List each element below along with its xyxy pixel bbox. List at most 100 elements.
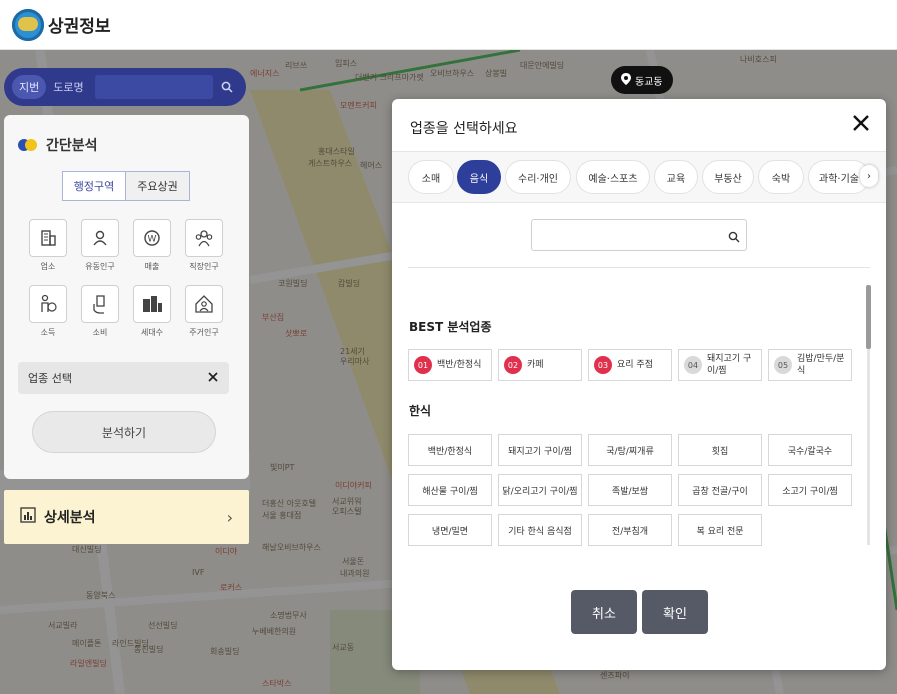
- industry-option[interactable]: 전/부침개: [588, 514, 672, 546]
- rank-badge: 04: [684, 356, 702, 374]
- location-label: 동교동: [635, 76, 663, 88]
- modal-close-icon[interactable]: [852, 113, 870, 138]
- analyze-button[interactable]: 분석하기: [32, 411, 216, 453]
- industry-option[interactable]: 국수/칼국수: [768, 434, 852, 466]
- address-input[interactable]: [94, 75, 213, 99]
- tab-education[interactable]: 교육: [654, 160, 698, 194]
- tab-arts-sports[interactable]: 예술·스포츠: [576, 160, 650, 194]
- simple-analysis-panel: 간단분석 행정구역 주요상권 업소 유동인구 W 매출 직장인구 소득 소비 세…: [4, 115, 249, 479]
- grid-label: 주거인구: [189, 328, 219, 337]
- industry-select-field[interactable]: 업종 선택: [18, 362, 229, 394]
- rank-badge: 02: [504, 356, 522, 374]
- address-search-bar: 지번 도로명: [4, 68, 246, 106]
- grid-label: 세대수: [140, 328, 164, 337]
- grid-item-households[interactable]: 세대수: [132, 285, 172, 338]
- industry-option[interactable]: 족발/보쌈: [588, 474, 672, 506]
- rank-badge: 01: [414, 356, 432, 374]
- search-icon[interactable]: [221, 78, 233, 97]
- industry-option[interactable]: 복 요리 전문: [678, 514, 762, 546]
- income-person-icon: [29, 285, 67, 323]
- korean-section-title: 한식: [409, 404, 432, 418]
- tab-repair-personal[interactable]: 수리·개인: [505, 160, 571, 194]
- best-item[interactable]: 01 백반/한정식: [408, 349, 492, 381]
- tab-food[interactable]: 음식: [457, 160, 501, 194]
- search-icon[interactable]: [728, 228, 740, 247]
- tab-major-commercial[interactable]: 주요상권: [126, 171, 190, 201]
- industry-option[interactable]: 냉면/밀면: [408, 514, 492, 546]
- person-icon: [81, 219, 119, 257]
- grid-item-consumption[interactable]: 소비: [80, 285, 120, 338]
- hand-card-icon: [81, 285, 119, 323]
- grid-item-stores[interactable]: 업소: [28, 219, 68, 272]
- cancel-button[interactable]: 취소: [571, 590, 637, 634]
- industry-select-modal: 업종을 선택하세요 소매 음식 수리·개인 예술·스포츠 교육 부동산 숙박 과…: [392, 99, 886, 670]
- industry-option[interactable]: 백반/한정식: [408, 434, 492, 466]
- best-item-label: 요리 주점: [617, 360, 653, 370]
- simple-analysis-title: 간단분석: [18, 135, 98, 155]
- confirm-button[interactable]: 확인: [642, 590, 708, 634]
- grid-label: 유동인구: [85, 262, 115, 271]
- industry-option[interactable]: 곱창 전골/구이: [678, 474, 762, 506]
- grid-item-residents[interactable]: 주거인구: [184, 285, 224, 338]
- chevron-right-icon[interactable]: ›: [860, 165, 878, 187]
- tab-jibun[interactable]: 지번: [12, 75, 47, 99]
- svg-text:W: W: [148, 235, 157, 245]
- divider: [408, 267, 870, 268]
- industry-option[interactable]: 돼지고기 구이/찜: [498, 434, 582, 466]
- best-item[interactable]: 02 카페: [498, 349, 582, 381]
- location-pin-icon: [621, 72, 631, 88]
- tab-road-name[interactable]: 도로명: [46, 75, 90, 99]
- grid-item-sales[interactable]: W 매출: [132, 219, 172, 272]
- location-pill[interactable]: 동교동: [611, 66, 673, 94]
- grid-item-income[interactable]: 소득: [28, 285, 68, 338]
- best-item[interactable]: 05 김밥/만두/분식: [768, 349, 852, 381]
- industry-option[interactable]: 횟집: [678, 434, 762, 466]
- analysis-logo-icon: [18, 139, 38, 151]
- house-person-icon: [185, 285, 223, 323]
- industry-option[interactable]: 소고기 구이/찜: [768, 474, 852, 506]
- industry-search-input[interactable]: [531, 219, 747, 251]
- won-coin-icon: W: [133, 219, 171, 257]
- app-header: 상권정보: [0, 0, 897, 50]
- industry-option[interactable]: 해산물 구이/찜: [408, 474, 492, 506]
- apartment-icon: [133, 285, 171, 323]
- tab-lodging[interactable]: 숙박: [758, 160, 804, 194]
- detail-analysis-title: 상세분석: [44, 510, 96, 526]
- industry-option[interactable]: 기타 한식 음식점: [498, 514, 582, 546]
- building-icon: [29, 219, 67, 257]
- grid-item-workers[interactable]: 직장인구: [184, 219, 224, 272]
- area-tabs: 행정구역 주요상권: [62, 171, 190, 201]
- industry-option[interactable]: 닭/오리고기 구이/찜: [498, 474, 582, 506]
- rank-badge: 03: [594, 356, 612, 374]
- best-item[interactable]: 04 돼지고기 구이/찜: [678, 349, 762, 381]
- group-icon: [185, 219, 223, 257]
- best-item[interactable]: 03 요리 주점: [588, 349, 672, 381]
- grid-label: 업소: [40, 262, 56, 271]
- grid-item-floating-population[interactable]: 유동인구: [80, 219, 120, 272]
- industry-select-label: 업종 선택: [28, 372, 72, 385]
- category-tabs: 소매 음식 수리·개인 예술·스포츠 교육 부동산 숙박 과학·기술: [392, 151, 886, 203]
- best-section-title: BEST 분석업종: [409, 320, 492, 334]
- tab-admin-district[interactable]: 행정구역: [62, 171, 126, 201]
- scrollbar-thumb[interactable]: [866, 285, 871, 349]
- chevron-right-icon: ›: [226, 507, 233, 527]
- detail-analysis-bar[interactable]: 상세분석 ›: [4, 490, 249, 544]
- modal-title: 업종을 선택하세요: [410, 121, 518, 137]
- tab-retail[interactable]: 소매: [408, 160, 454, 194]
- grid-label: 소득: [40, 328, 56, 337]
- industry-option[interactable]: 국/탕/찌개류: [588, 434, 672, 466]
- app-logo[interactable]: [12, 8, 44, 41]
- close-icon[interactable]: [207, 371, 219, 386]
- grid-label: 매출: [144, 262, 160, 271]
- best-item-label: 김밥/만두/분식: [797, 354, 845, 376]
- best-item-label: 돼지고기 구이/찜: [707, 354, 752, 376]
- best-item-label: 백반/한정식: [437, 360, 482, 370]
- rank-badge: 05: [774, 356, 792, 374]
- grid-label: 직장인구: [189, 262, 219, 271]
- tab-real-estate[interactable]: 부동산: [702, 160, 754, 194]
- best-item-label: 카페: [527, 360, 544, 370]
- app-title: 상권정보: [48, 17, 111, 37]
- grid-label: 소비: [92, 328, 108, 337]
- chart-icon: [20, 507, 36, 527]
- panel-title-label: 간단분석: [46, 138, 98, 154]
